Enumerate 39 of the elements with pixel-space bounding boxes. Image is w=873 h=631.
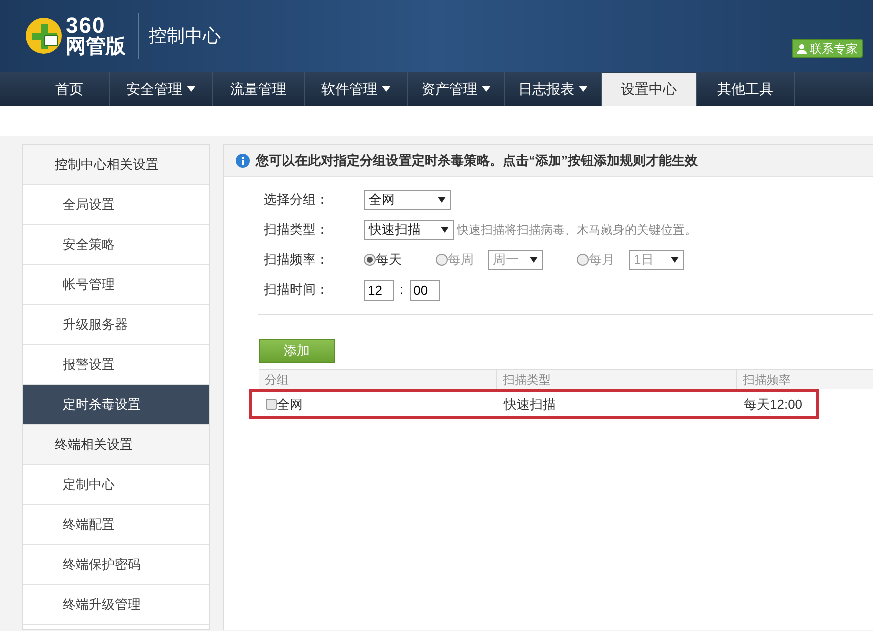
caret-icon [438, 197, 446, 203]
time-separator: : [400, 281, 404, 300]
column-header: 扫描类型 [497, 370, 737, 390]
row-checkbox[interactable] [266, 398, 277, 410]
dropdown-select[interactable]: 全网 [364, 190, 451, 210]
logo-number: 360 [66, 15, 106, 37]
table-cell-text: 全网 [277, 396, 303, 414]
radio-label: 每周 [448, 251, 474, 270]
column-header: 扫描频率 [742, 372, 792, 390]
form-label: 选择分组： [264, 191, 330, 210]
table-row[interactable]: 全网 快速扫描 每天12:00 [249, 389, 819, 420]
form-label: 扫描频率： [264, 251, 330, 270]
nav-tab[interactable]: 设置中心 [602, 73, 697, 106]
info-text: 您可以在此对指定分组设置定时杀毒策略。点击“添加”按钮添加规则才能生效 [256, 152, 698, 170]
header-title: 控制中心 [149, 24, 221, 48]
sidebar-item[interactable]: 定时杀毒设置 [23, 385, 209, 425]
radio-label: 每天 [376, 251, 402, 270]
caret-icon [441, 227, 449, 233]
table-cell-text: 快速扫描 [504, 396, 556, 414]
info-icon [236, 154, 250, 168]
minute-input[interactable]: 00 [410, 280, 440, 300]
radio-label: 每月 [589, 251, 615, 270]
column-header: 分组 [259, 370, 497, 390]
table-cell-text: 每天12:00 [744, 396, 803, 414]
dropdown-select[interactable]: 快速扫描 [364, 220, 454, 240]
logo-icon [24, 16, 64, 56]
radio-button[interactable] [364, 254, 376, 266]
hour-input[interactable]: 12 [364, 280, 394, 300]
caret-icon [671, 257, 679, 263]
radio-button[interactable] [577, 254, 589, 266]
sidebar-section: 控制中心相关设置 [23, 145, 209, 185]
sidebar-section: 终端相关设置 [23, 425, 209, 465]
scan-type-hint: 快速扫描将扫描病毒、木马藏身的关键位置。 [457, 222, 697, 239]
form-label: 扫描时间： [264, 281, 330, 300]
caret-icon [530, 257, 538, 263]
logo-text: 网管版 [66, 37, 126, 57]
person-icon [797, 44, 807, 54]
form-label: 扫描类型： [264, 221, 330, 240]
radio-button[interactable] [436, 254, 448, 266]
